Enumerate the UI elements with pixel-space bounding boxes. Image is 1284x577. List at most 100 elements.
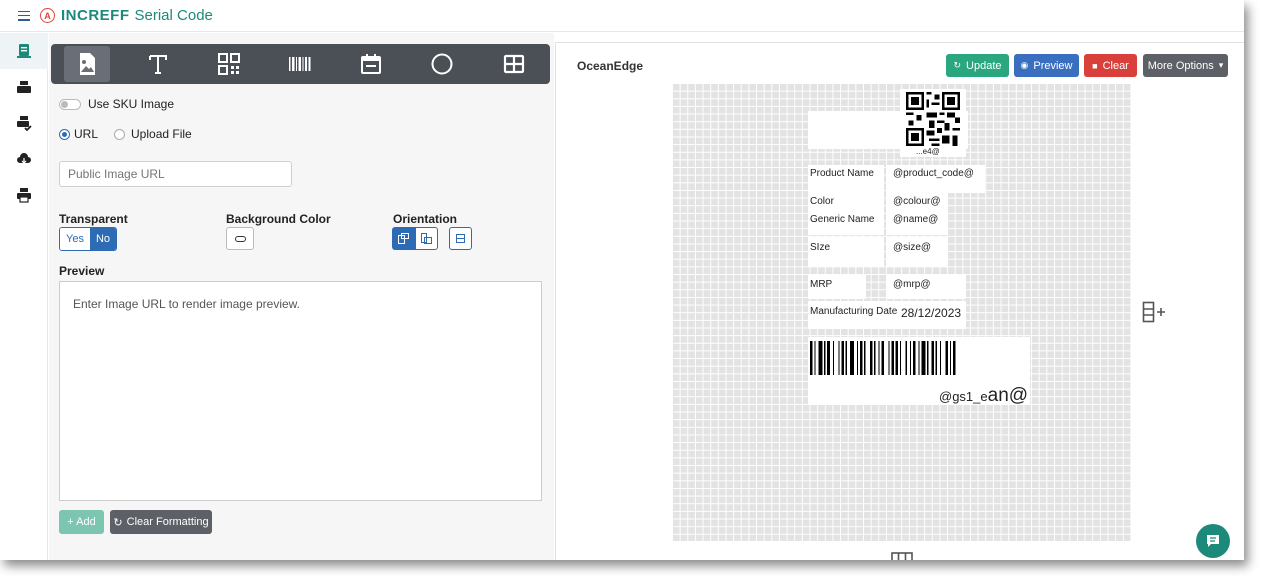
app-title: Serial Code <box>134 7 213 24</box>
barcode-bar <box>888 341 890 375</box>
more-options-dropdown[interactable]: More Options ▾ <box>1143 54 1228 77</box>
clear-button-label: Clear <box>1102 59 1129 72</box>
barcode-bar <box>845 341 847 375</box>
barcode-bar <box>874 341 876 375</box>
barcode-bar <box>895 341 899 375</box>
barcode-bar <box>935 341 937 375</box>
barcode-bar <box>869 341 873 375</box>
text-tool-button[interactable] <box>135 46 181 82</box>
image-source-radio-group: URL Upload File <box>59 127 192 141</box>
barcode-bar <box>818 341 823 375</box>
qr-code-element[interactable]: ...e4@ <box>900 89 966 157</box>
barcode-bar <box>838 341 840 375</box>
background-color-button[interactable] <box>226 227 254 250</box>
public-image-url-input[interactable] <box>59 161 292 187</box>
mrp-value[interactable]: @mrp@ <box>893 279 931 290</box>
preview-button-label: Preview <box>1033 59 1073 72</box>
transparent-yes-button[interactable]: Yes <box>60 228 90 250</box>
table-icon <box>503 54 525 74</box>
qr-code-graphic <box>906 92 960 146</box>
barcode-bar <box>832 341 835 375</box>
barcode-bar <box>952 341 956 375</box>
add-button[interactable]: + Add <box>59 510 104 534</box>
orientation-landscape-button[interactable] <box>415 227 438 250</box>
url-radio[interactable] <box>59 128 70 140</box>
upload-file-radio[interactable] <box>114 128 126 140</box>
rail-item-printers[interactable] <box>0 69 48 105</box>
color-value[interactable]: @colour@ <box>893 196 941 207</box>
document-icon <box>17 44 31 58</box>
barcode-bar <box>859 341 863 375</box>
barcode-tool-button[interactable] <box>277 46 323 82</box>
barcode-bar <box>931 341 934 375</box>
calendar-icon <box>361 54 381 74</box>
side-rail <box>0 33 48 560</box>
caret-down-icon: ▾ <box>1218 60 1224 70</box>
add-column-icon[interactable] <box>1142 301 1168 323</box>
preview-label: Preview <box>59 264 105 278</box>
product-name-value[interactable]: @product_code@ <box>893 168 974 179</box>
barcode-text-small: @gs1_e <box>939 389 988 404</box>
brand-name: INCREFF <box>61 7 130 24</box>
product-name-key[interactable]: Product Name <box>810 168 874 179</box>
use-sku-image-toggle[interactable] <box>59 98 81 110</box>
color-key[interactable]: Color <box>810 196 834 207</box>
qr-tool-button[interactable] <box>206 46 252 82</box>
generic-name-key[interactable]: Generic Name <box>810 214 874 225</box>
shape-tool-button[interactable] <box>419 46 465 82</box>
barcode-element[interactable]: @gs1_ean@ <box>808 337 1030 406</box>
transparent-toggle-group: Yes No <box>59 227 118 251</box>
preview-button[interactable]: ◉ Preview <box>1014 54 1079 77</box>
barcode-bar <box>918 341 920 375</box>
date-tool-button[interactable] <box>348 46 394 82</box>
element-toolbar <box>51 44 550 84</box>
transparent-no-button[interactable]: No <box>89 228 117 250</box>
barcode-bar <box>824 341 826 375</box>
text-icon <box>149 55 167 74</box>
barcode-bar <box>881 341 884 375</box>
manufacturing-date-value[interactable]: 28/12/2023 <box>901 306 961 320</box>
barcode-bar <box>864 341 866 375</box>
printer-icon <box>17 81 31 93</box>
update-button[interactable]: ↻ Update <box>946 54 1009 77</box>
clear-formatting-label: Clear Formatting <box>126 516 209 528</box>
barcode-text-large: an@ <box>987 385 1029 406</box>
barcode-bar <box>878 341 880 375</box>
clear-formatting-button[interactable]: ↻ Clear Formatting <box>110 510 212 534</box>
size-value[interactable]: @size@ <box>893 242 931 253</box>
add-row-icon[interactable] <box>891 552 913 560</box>
generic-name-value[interactable]: @name@ <box>893 214 938 225</box>
orientation-label: Orientation <box>393 212 458 226</box>
barcode-bar <box>939 341 942 375</box>
mrp-key[interactable]: MRP <box>810 279 832 290</box>
logo-icon: A <box>40 8 55 23</box>
barcode-bar <box>909 341 912 375</box>
element-editor-panel: Use SKU Image URL Upload File Transparen… <box>49 33 554 560</box>
orientation-fit-button[interactable] <box>449 227 472 250</box>
rail-item-print[interactable] <box>0 177 48 213</box>
barcode-bar <box>921 341 926 375</box>
barcode-bar <box>927 341 929 375</box>
app-window: A INCREFF Serial Code Use SKU Image URL … <box>0 0 1244 560</box>
table-tool-button[interactable] <box>491 46 537 82</box>
size-key[interactable]: SIze <box>810 242 830 253</box>
menu-icon[interactable] <box>18 10 30 21</box>
rail-item-templates[interactable] <box>0 33 48 69</box>
color-swatch-icon <box>234 235 246 242</box>
label-canvas-panel: OceanEdge ↻ Update ◉ Preview ■ Clear Mor… <box>555 42 1244 560</box>
chat-support-button[interactable] <box>1196 524 1230 558</box>
manufacturing-date-key[interactable]: Manufacturing Date <box>810 306 897 317</box>
rail-item-print-check[interactable] <box>0 105 48 141</box>
barcode-bar <box>810 341 813 375</box>
barcode-bar <box>814 341 816 375</box>
orientation-landscape-icon <box>421 233 432 244</box>
rail-item-cloud[interactable] <box>0 141 48 177</box>
url-radio-label: URL <box>74 127 99 141</box>
barcode-bar <box>850 341 854 375</box>
orientation-portrait-button[interactable] <box>392 227 415 250</box>
label-design-canvas[interactable]: ...e4@ Product Name @product_code@ Color… <box>672 83 1131 541</box>
image-tool-button[interactable] <box>64 46 110 82</box>
clear-button[interactable]: ■ Clear <box>1084 54 1137 77</box>
printer-check-icon <box>17 116 32 131</box>
transparent-label: Transparent <box>59 212 128 226</box>
